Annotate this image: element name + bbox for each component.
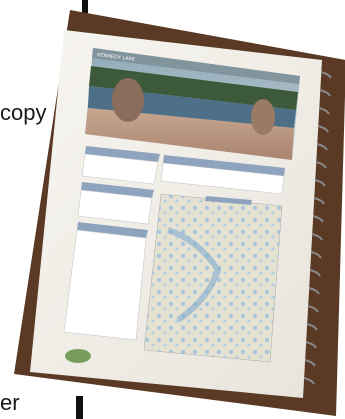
publisher-logo [65, 349, 91, 363]
photo-of-booklet: KENNEDY LAKE [14, 10, 345, 416]
lake-map [143, 193, 283, 363]
